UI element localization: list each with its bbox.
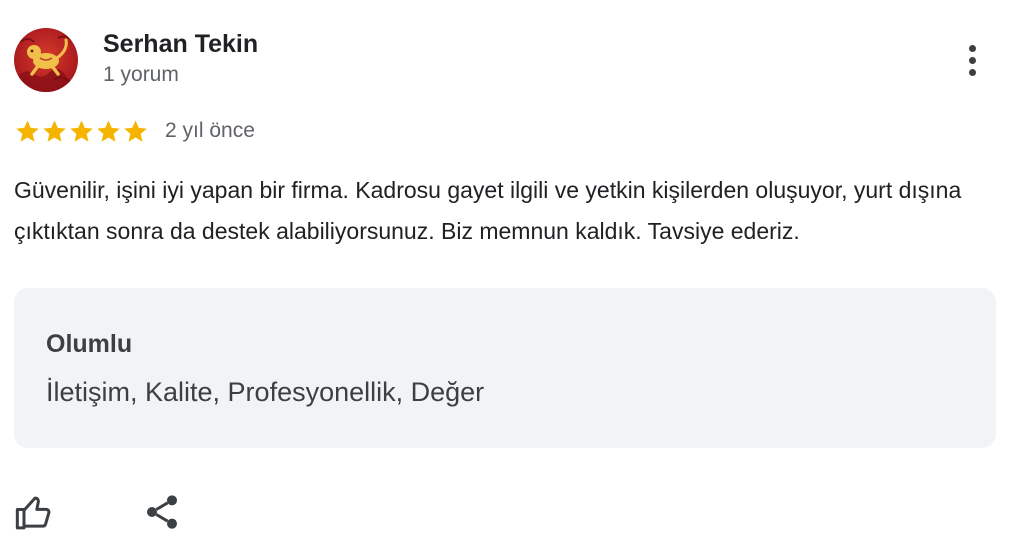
review-time: 2 yıl önce bbox=[165, 119, 255, 142]
star-icon bbox=[14, 118, 41, 145]
more-vert-icon-dot bbox=[968, 56, 976, 64]
aspects-panel: Olumlu İletişim, Kalite, Profesyonellik,… bbox=[14, 288, 996, 448]
star-icon bbox=[122, 118, 149, 145]
avatar[interactable] bbox=[14, 28, 78, 92]
review-text: Güvenilir, işini iyi yapan bir firma. Ka… bbox=[14, 177, 962, 244]
share-icon bbox=[147, 495, 177, 529]
thumb-up-icon bbox=[15, 496, 51, 530]
like-button[interactable] bbox=[12, 490, 56, 534]
more-options-button[interactable] bbox=[952, 38, 992, 82]
star-icon bbox=[41, 118, 68, 145]
review-card: Serhan Tekin 1 yorum 2 yıl önce Güvenili… bbox=[0, 0, 1018, 552]
more-vert-icon bbox=[968, 44, 976, 52]
star-icon bbox=[68, 118, 95, 145]
review-count[interactable]: 1 yorum bbox=[103, 61, 179, 89]
author-name[interactable]: Serhan Tekin bbox=[103, 28, 258, 60]
more-vert-icon-dot bbox=[968, 68, 976, 76]
aspects-values: İletişim, Kalite, Profesyonellik, Değer bbox=[46, 377, 485, 407]
aspects-title: Olumlu bbox=[46, 330, 133, 358]
share-button[interactable] bbox=[140, 490, 184, 534]
rating-row: 2 yıl önce bbox=[14, 115, 255, 147]
monkey-avatar-image bbox=[14, 28, 78, 92]
star-rating bbox=[14, 118, 149, 145]
star-icon bbox=[95, 118, 122, 145]
